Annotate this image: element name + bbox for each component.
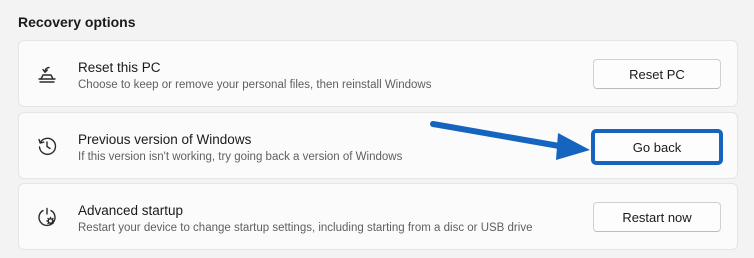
option-title: Advanced startup (78, 203, 184, 218)
history-clock-icon (36, 135, 58, 157)
advanced-startup-icon (36, 206, 58, 228)
previous-version-card: Previous version of Windows If this vers… (18, 112, 738, 179)
reset-pc-icon (36, 63, 58, 85)
reset-pc-card: Reset this PC Choose to keep or remove y… (18, 40, 738, 107)
option-description: Restart your device to change startup se… (78, 222, 533, 234)
option-description: Choose to keep or remove your personal f… (78, 79, 432, 91)
option-title: Previous version of Windows (78, 132, 252, 147)
restart-now-button[interactable]: Restart now (593, 202, 721, 232)
option-title: Reset this PC (78, 60, 161, 75)
advanced-startup-card: Advanced startup Restart your device to … (18, 183, 738, 250)
reset-pc-button[interactable]: Reset PC (593, 59, 721, 89)
option-description: If this version isn't working, try going… (78, 151, 403, 163)
section-title: Recovery options (18, 14, 136, 30)
go-back-button[interactable]: Go back (591, 129, 723, 165)
